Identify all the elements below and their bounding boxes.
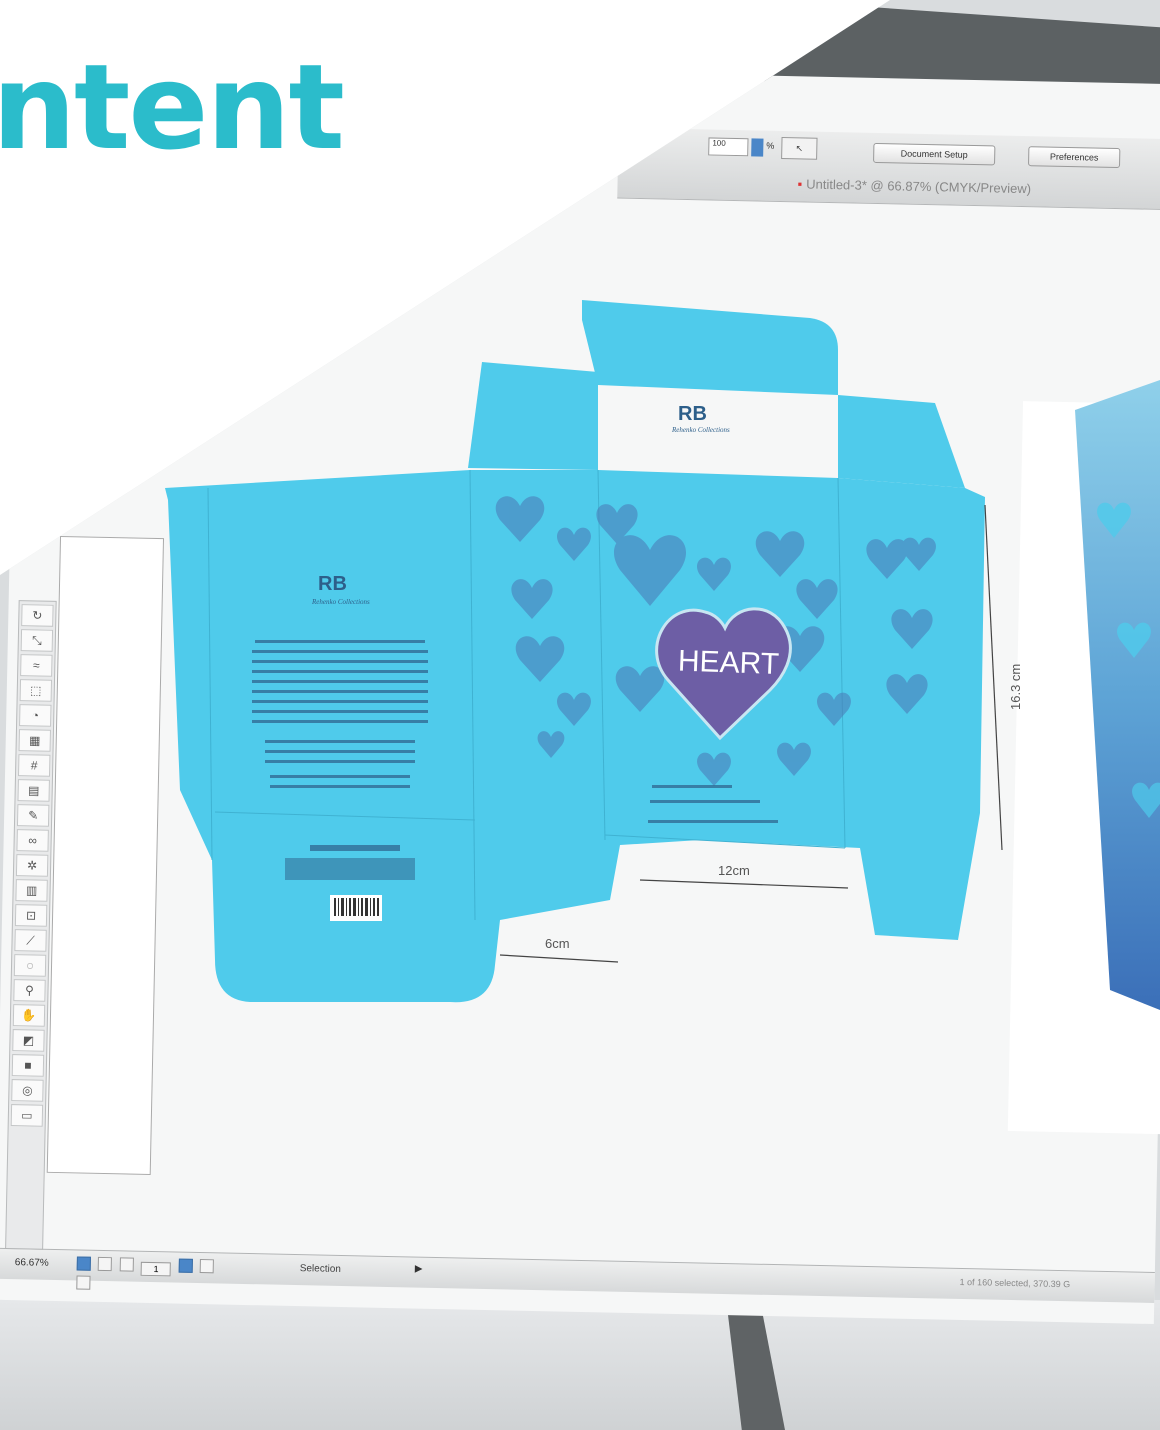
brand-name-side: Rehenko Collections xyxy=(311,598,370,606)
brand-name-top: Rehenko Collections xyxy=(671,426,730,434)
box-3d-render xyxy=(1075,380,1160,1010)
box-dieline: HEART RB Rehenko Collections RB Rehenko … xyxy=(165,300,1160,1010)
monitor: 100 % ↖ Document Setup Preferences ▪ Unti… xyxy=(0,0,1160,1430)
dim-depth-label: 6cm xyxy=(545,936,570,951)
brand-mark-top: RB xyxy=(678,403,707,425)
brand-mark-side: RB xyxy=(318,573,347,595)
heart-text: HEART xyxy=(677,645,779,682)
headline-text: ntent xyxy=(0,38,345,176)
dim-height-label: 16.3 cm xyxy=(1008,664,1023,710)
dim-width-label: 12cm xyxy=(718,863,750,878)
